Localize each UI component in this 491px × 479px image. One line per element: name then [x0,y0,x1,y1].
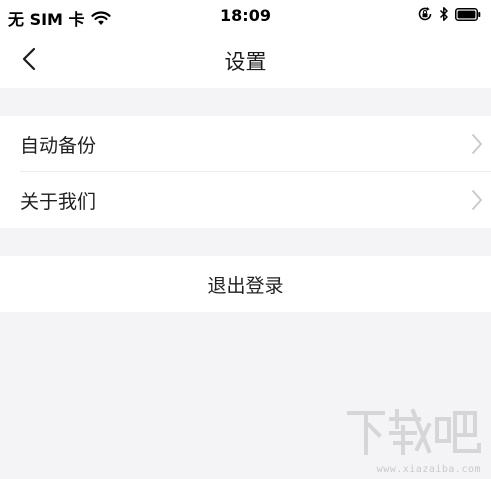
watermark-url: www.xiazaiba.com [376,464,481,475]
nav-bar: 设置 [0,34,491,88]
about-us-row[interactable]: 关于我们 [0,172,491,228]
settings-list: 自动备份 关于我们 [0,116,491,228]
page-title: 设置 [224,50,267,74]
watermark-logo [347,408,481,455]
about-us-label: 关于我们 [20,190,97,213]
lock-rotation-icon [417,6,433,22]
bluetooth-icon [439,6,449,22]
logout-label: 退出登录 [207,274,284,297]
chevron-right-icon [471,133,483,159]
watermark: www.xiazaiba.com [343,405,483,475]
status-bar: 无 SIM 卡 18:09 [0,0,491,34]
logout-button[interactable]: 退出登录 [0,256,491,312]
battery-icon [455,7,481,21]
chevron-right-icon [471,189,483,215]
status-right [417,6,481,22]
auto-backup-label: 自动备份 [20,134,97,157]
auto-backup-row[interactable]: 自动备份 [0,116,491,172]
